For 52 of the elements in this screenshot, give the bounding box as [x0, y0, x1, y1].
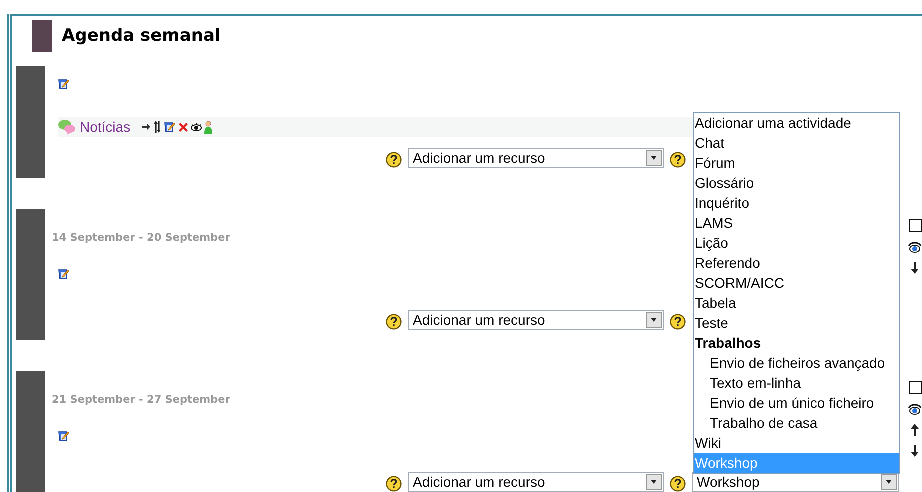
menu-option[interactable]: Wiki: [694, 433, 899, 453]
edit-icon[interactable]: [58, 268, 70, 280]
section-dates: 14 September - 20 September: [52, 231, 230, 245]
highlight-checkbox[interactable]: [908, 219, 922, 232]
caret-icon[interactable]: [646, 474, 662, 490]
delete-icon[interactable]: [178, 122, 189, 132]
highlight-checkbox[interactable]: [908, 381, 922, 394]
caret-icon[interactable]: [881, 474, 897, 490]
help-icon[interactable]: [670, 152, 686, 168]
chat-bubbles-icon: [58, 119, 76, 135]
dropdown-select[interactable]: Adicionar um recurso: [408, 310, 664, 330]
menu-option[interactable]: Glossário: [694, 173, 899, 193]
arrow-down-icon[interactable]: [911, 445, 919, 457]
menu-option[interactable]: Inquérito: [694, 193, 899, 213]
section-dates: 21 September - 27 September: [52, 393, 230, 407]
menu-option[interactable]: Referendo: [694, 253, 899, 273]
eye-icon[interactable]: [908, 241, 922, 253]
edit-icon[interactable]: [58, 78, 70, 90]
arrow-right-icon[interactable]: [140, 122, 151, 132]
menu-option[interactable]: Fórum: [694, 153, 899, 173]
menu-option[interactable]: Lição: [694, 233, 899, 253]
menu-option[interactable]: SCORM/AICC: [694, 273, 899, 293]
caret-icon[interactable]: [646, 312, 662, 328]
arrow-up-icon[interactable]: [911, 424, 919, 436]
menu-option[interactable]: Teste: [694, 313, 899, 333]
menu-option[interactable]: Trabalho de casa: [694, 413, 899, 433]
menu-option[interactable]: Tabela: [694, 293, 899, 313]
dropdown-select[interactable]: Workshop: [692, 472, 899, 492]
arrow-down-icon[interactable]: [911, 262, 919, 274]
menu-option[interactable]: Chat: [694, 133, 899, 153]
help-icon[interactable]: [670, 314, 686, 330]
menu-option[interactable]: Envio de um único ficheiro: [694, 393, 899, 413]
help-icon[interactable]: [670, 476, 686, 492]
menu-option[interactable]: LAMS: [694, 213, 899, 233]
help-icon[interactable]: [386, 152, 402, 168]
caret-icon[interactable]: [646, 150, 662, 166]
dropdown-select[interactable]: Adicionar um recurso: [408, 472, 664, 492]
page-title: Agenda semanal: [62, 26, 221, 46]
menu-option[interactable]: Envio de ficheiros avançado: [694, 353, 899, 373]
edit-icon[interactable]: [164, 121, 176, 133]
help-icon[interactable]: [386, 314, 402, 330]
option-group-label: Trabalhos: [694, 334, 762, 353]
edit-icon[interactable]: [58, 430, 70, 442]
forum-link[interactable]: Notícias: [80, 119, 131, 135]
eye-icon[interactable]: [190, 122, 202, 132]
section-marker: [32, 20, 52, 52]
menu-option[interactable]: Adicionar uma actividade: [694, 113, 899, 133]
help-icon[interactable]: [386, 476, 402, 492]
eye-icon[interactable]: [908, 403, 922, 415]
dropdown-select[interactable]: Adicionar um recurso: [408, 148, 664, 168]
move-icon[interactable]: [152, 121, 162, 133]
menu-option[interactable]: Texto em-linha: [694, 373, 899, 393]
